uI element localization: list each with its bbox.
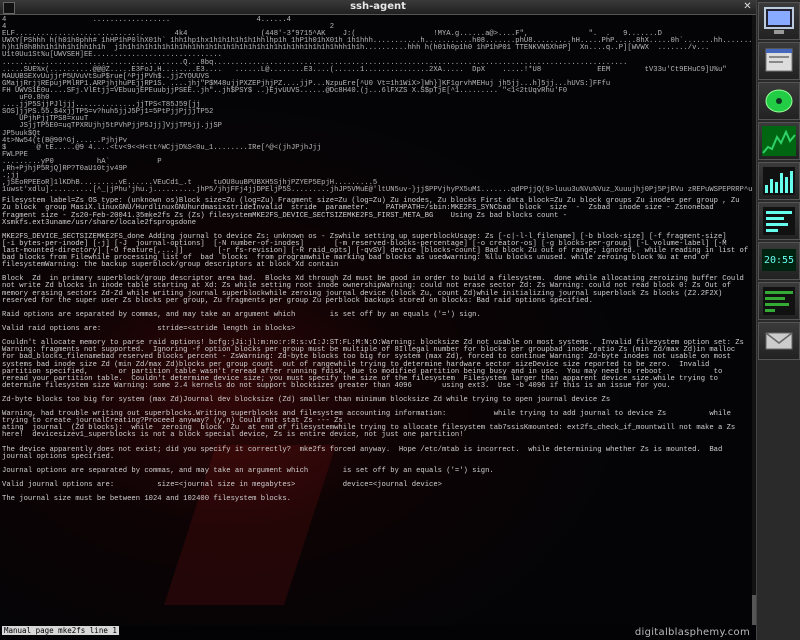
terminal-area[interactable]: 4 .................. 4......4 4 2 ELF...…: [0, 15, 752, 625]
dock: 20:55: [756, 0, 800, 640]
disk-icon[interactable]: [758, 82, 800, 120]
network-icon: [758, 162, 800, 200]
watermark: digitalblasphemy.com: [634, 627, 750, 638]
clock-icon: 20:55: [758, 242, 800, 280]
close-button[interactable]: ✕: [742, 1, 753, 12]
graph-icon: [758, 122, 800, 160]
terminal-window[interactable]: ssh-agent ✕ 4 .................. 4......…: [0, 0, 756, 640]
clock-text: 20:55: [763, 255, 795, 266]
binary-garbage-text: 4 .................. 4......4 4 2 ELF...…: [2, 16, 752, 195]
monitor-icon[interactable]: [758, 2, 800, 40]
memory-icon: [758, 282, 800, 320]
pager-status-line: Manual page mke2fs line 1: [2, 626, 119, 635]
man-page-text: Filesystem label=Zs OS type: (unknown os…: [2, 197, 749, 504]
bars-icon: [758, 202, 800, 240]
window-title: ssh-agent: [350, 1, 406, 12]
title-bar[interactable]: ssh-agent ✕: [0, 0, 756, 15]
window-icon[interactable]: [758, 42, 800, 80]
mail-icon[interactable]: [758, 322, 800, 360]
